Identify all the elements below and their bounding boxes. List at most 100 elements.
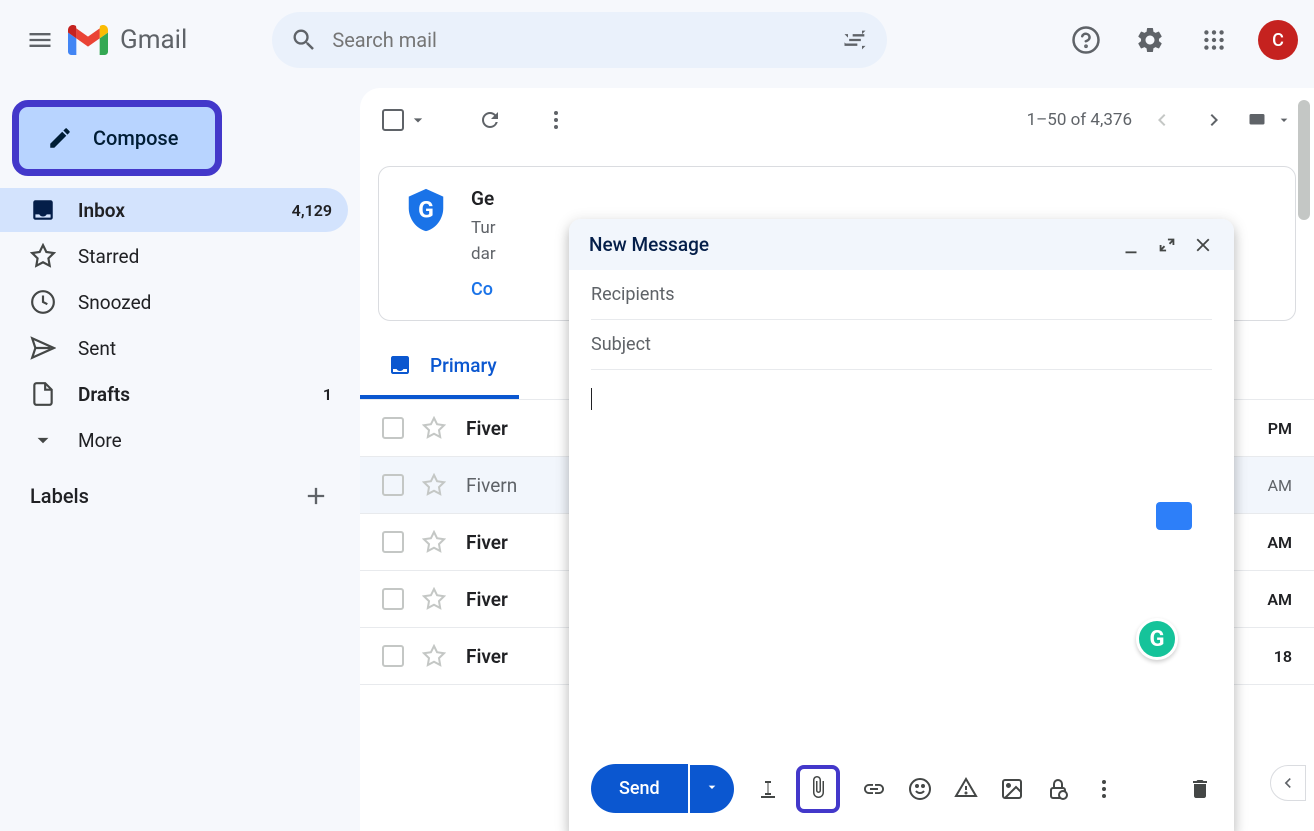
insert-photo-icon[interactable] xyxy=(1000,777,1024,801)
compose-title: New Message xyxy=(589,233,1120,256)
insert-drive-icon[interactable] xyxy=(954,777,978,801)
row-checkbox[interactable] xyxy=(382,645,404,667)
star-icon[interactable] xyxy=(422,473,446,497)
next-page-icon[interactable] xyxy=(1202,108,1226,132)
labels-title: Labels xyxy=(30,484,89,508)
fullscreen-icon[interactable] xyxy=(1156,234,1178,256)
more-options-icon[interactable] xyxy=(1092,777,1116,801)
settings-icon[interactable] xyxy=(1130,20,1170,60)
recipients-field[interactable]: Recipients xyxy=(591,270,1212,320)
email-time: AM xyxy=(1267,533,1292,552)
chevron-down-icon xyxy=(704,779,720,795)
compose-footer: Send xyxy=(569,750,1234,831)
row-checkbox[interactable] xyxy=(382,588,404,610)
search-bar[interactable] xyxy=(272,12,887,68)
svg-text:G: G xyxy=(418,197,434,224)
sidebar-item-label: Drafts xyxy=(78,383,323,406)
drive-icon xyxy=(954,777,978,801)
format-text-icon[interactable] xyxy=(756,777,780,801)
link-icon xyxy=(862,777,886,801)
more-vert-icon[interactable] xyxy=(544,108,568,132)
subject-field[interactable]: Subject xyxy=(591,320,1212,370)
text-format-icon xyxy=(756,777,780,801)
sidebar-item-label: Snoozed xyxy=(78,291,332,314)
extension-badge[interactable] xyxy=(1156,502,1192,530)
sidebar-item-sent[interactable]: Sent xyxy=(0,326,348,370)
email-time: 18 xyxy=(1274,647,1292,666)
star-icon xyxy=(30,243,56,269)
search-input[interactable] xyxy=(332,28,841,52)
scrollbar[interactable] xyxy=(1298,100,1310,220)
input-tools[interactable] xyxy=(1244,111,1292,129)
minimize-icon[interactable] xyxy=(1120,234,1142,256)
select-all-checkbox[interactable] xyxy=(382,109,404,131)
insert-link-icon[interactable] xyxy=(862,777,886,801)
email-sender: Fiver xyxy=(466,417,508,440)
sidebar-item-more[interactable]: More xyxy=(0,418,348,462)
labels-header: Labels xyxy=(0,464,360,528)
star-icon[interactable] xyxy=(422,416,446,440)
discard-draft-icon[interactable] xyxy=(1188,777,1212,801)
star-icon[interactable] xyxy=(422,530,446,554)
confidential-mode-icon[interactable] xyxy=(1046,777,1070,801)
header-actions: C xyxy=(1066,20,1298,60)
gmail-logo-icon xyxy=(68,25,108,55)
clock-icon xyxy=(30,289,56,315)
sidebar-item-snoozed[interactable]: Snoozed xyxy=(0,280,348,324)
search-options-icon[interactable] xyxy=(841,26,869,54)
star-icon[interactable] xyxy=(422,587,446,611)
refresh-icon[interactable] xyxy=(478,108,502,132)
page-range: 1–50 of 4,376 xyxy=(1027,110,1132,130)
email-time: PM xyxy=(1268,419,1292,438)
chevron-down-icon xyxy=(1276,112,1292,128)
compose-button[interactable]: Compose xyxy=(12,100,222,176)
email-sender: Fiver xyxy=(466,531,508,554)
pencil-icon xyxy=(47,125,73,151)
sidebar-item-starred[interactable]: Starred xyxy=(0,234,348,278)
logo[interactable]: Gmail xyxy=(68,25,187,55)
sidebar-item-inbox[interactable]: Inbox 4,129 xyxy=(0,188,348,232)
attach-file-button[interactable] xyxy=(796,765,840,813)
tab-primary[interactable]: Primary xyxy=(360,353,519,399)
tab-label: Primary xyxy=(430,354,497,377)
app-name: Gmail xyxy=(120,25,187,55)
emoji-icon xyxy=(908,777,932,801)
attach-icon xyxy=(806,775,830,799)
send-button[interactable]: Send xyxy=(591,764,688,813)
compose-header[interactable]: New Message xyxy=(569,219,1234,270)
email-sender: Fivern xyxy=(466,474,517,497)
keyboard-icon xyxy=(1244,111,1270,129)
pagination: 1–50 of 4,376 xyxy=(1027,108,1292,132)
lock-clock-icon xyxy=(1046,777,1070,801)
sidebar-item-drafts[interactable]: Drafts 1 xyxy=(0,372,348,416)
row-checkbox[interactable] xyxy=(382,531,404,553)
star-icon[interactable] xyxy=(422,644,446,668)
compose-editor[interactable]: G xyxy=(591,370,1212,750)
send-dropdown[interactable] xyxy=(690,765,734,813)
row-checkbox[interactable] xyxy=(382,474,404,496)
chevron-down-icon[interactable] xyxy=(408,110,428,130)
grammarly-icon[interactable]: G xyxy=(1136,618,1178,660)
side-panel-toggle[interactable] xyxy=(1270,765,1306,801)
inbox-icon xyxy=(30,197,56,223)
prev-page-icon[interactable] xyxy=(1150,108,1174,132)
close-icon[interactable] xyxy=(1192,234,1214,256)
apps-icon[interactable] xyxy=(1194,20,1234,60)
help-icon[interactable] xyxy=(1066,20,1106,60)
insert-emoji-icon[interactable] xyxy=(908,777,932,801)
main-content: 1–50 of 4,376 G Ge Turdar Co xyxy=(360,88,1314,831)
menu-icon[interactable] xyxy=(16,16,64,64)
chevron-left-icon xyxy=(1278,773,1298,793)
compose-window: New Message Recipients Subject G Send xyxy=(569,219,1234,831)
plus-icon[interactable] xyxy=(302,482,330,510)
sidebar-item-label: Sent xyxy=(78,337,332,360)
email-sender: Fiver xyxy=(466,588,508,611)
toolbar: 1–50 of 4,376 xyxy=(360,88,1314,152)
chevron-down-icon xyxy=(30,427,56,453)
sidebar-item-label: Inbox xyxy=(78,199,292,222)
email-time: AM xyxy=(1267,590,1292,609)
sidebar-item-label: Starred xyxy=(78,245,332,268)
avatar[interactable]: C xyxy=(1258,20,1298,60)
file-icon xyxy=(30,381,56,407)
row-checkbox[interactable] xyxy=(382,417,404,439)
